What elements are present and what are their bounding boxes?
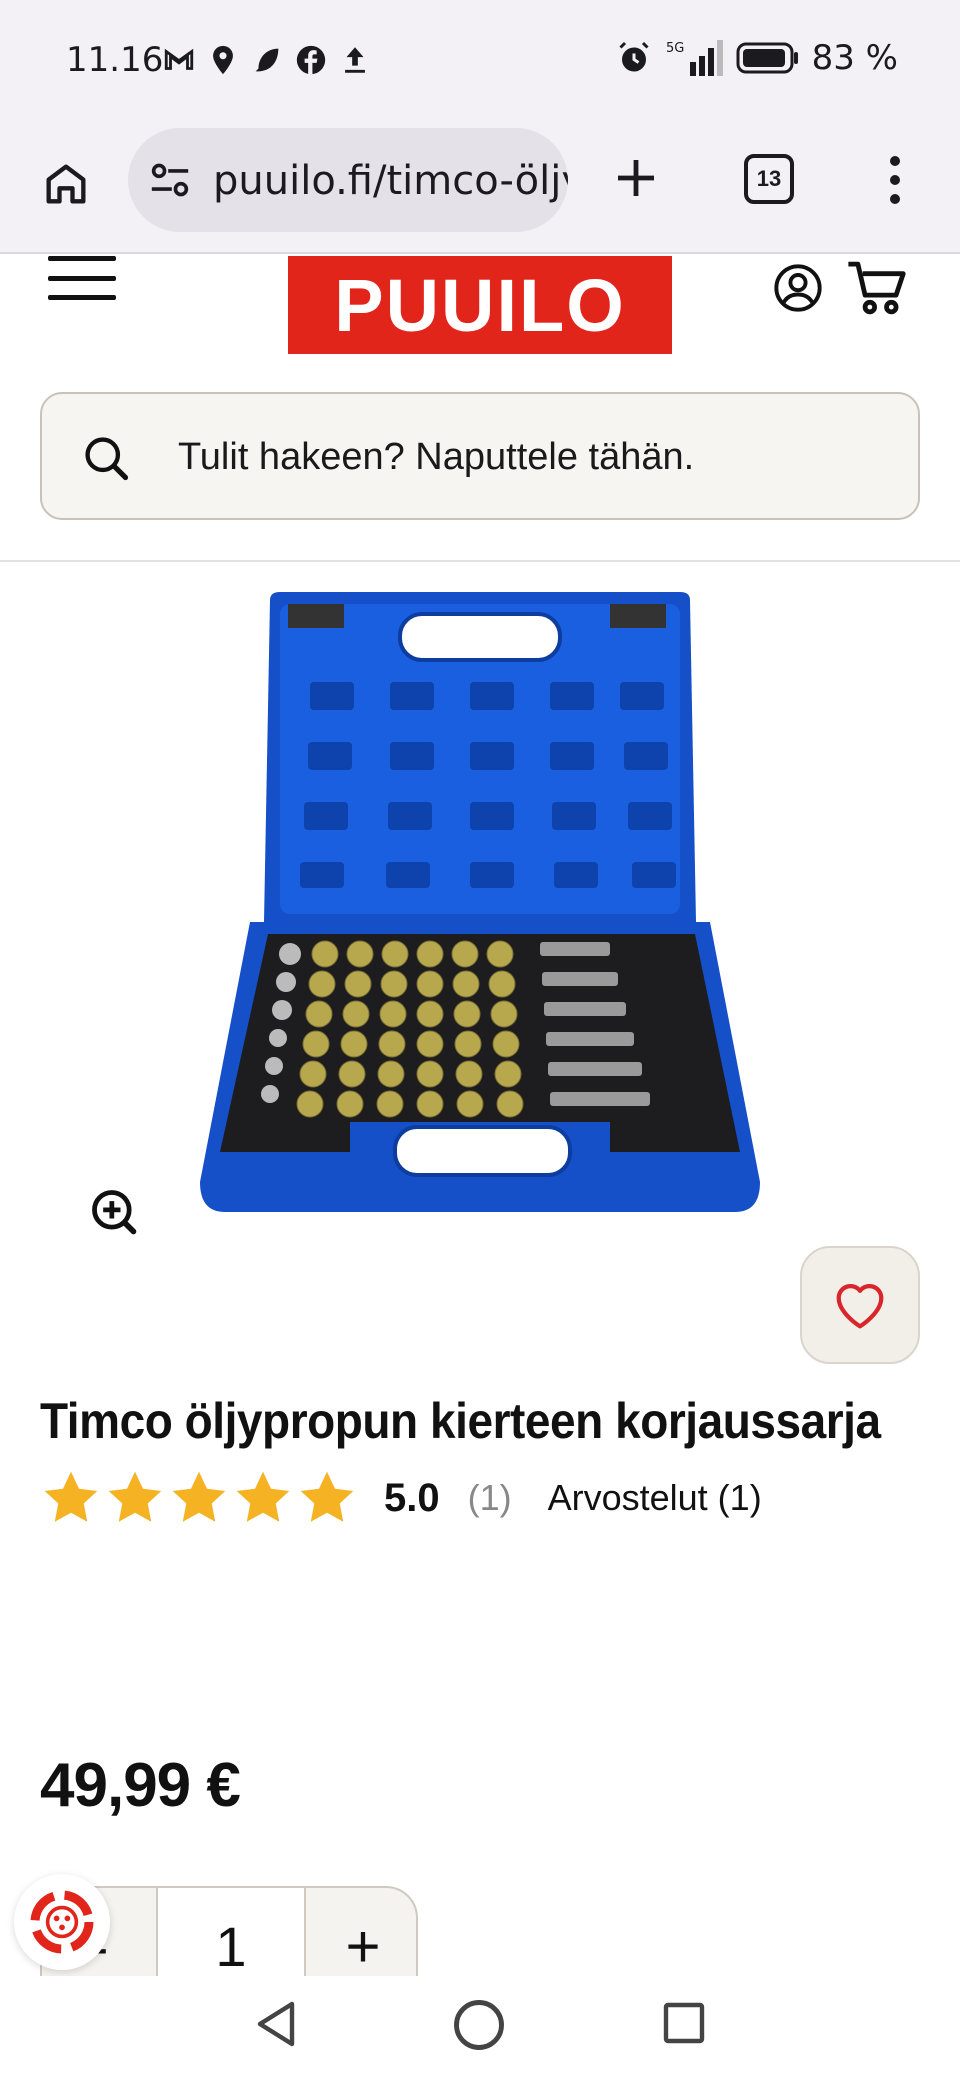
header-divider	[0, 560, 960, 562]
product-price: 49,99 €	[40, 1751, 241, 1820]
browser-toolbar: puuilo.fi/timco-öljypropun-kierteen-korj…	[0, 124, 960, 254]
rating-stars	[40, 1468, 358, 1528]
home-circle-icon[interactable]	[452, 1998, 506, 2052]
site-settings-icon[interactable]	[148, 160, 192, 200]
svg-text:5G: 5G	[666, 41, 684, 56]
battery-icon	[736, 42, 798, 74]
upload-icon	[345, 47, 365, 73]
alarm-icon	[619, 41, 649, 72]
status-time: 11.16	[66, 40, 164, 80]
reviews-link[interactable]: Arvostelut (1)	[548, 1477, 762, 1519]
rating-row[interactable]: 5.0 (1) Arvostelut (1)	[40, 1468, 762, 1528]
browser-menu-button[interactable]	[880, 150, 910, 210]
star-icon	[236, 1471, 290, 1522]
status-right: 5G 83 %	[616, 38, 898, 78]
rating-count: (1)	[467, 1477, 512, 1518]
logo-text: PUUILO	[334, 263, 626, 347]
system-navigation-bar	[0, 1976, 960, 2078]
feather-icon	[255, 48, 279, 72]
product-image[interactable]	[190, 582, 770, 1222]
gmail-icon	[164, 48, 194, 70]
rating-value: 5.0	[384, 1475, 440, 1520]
hamburger-menu-icon[interactable]	[48, 256, 116, 300]
chat-widget-button[interactable]	[14, 1874, 110, 1970]
tab-switcher-button[interactable]: 13	[744, 154, 794, 204]
star-icon	[300, 1471, 354, 1522]
notification-icons	[162, 40, 372, 80]
wishlist-button[interactable]	[800, 1246, 920, 1364]
heart-icon	[836, 1283, 884, 1329]
search-placeholder: Tulit hakeen? Naputtele tähän.	[178, 436, 695, 478]
home-icon	[46, 164, 86, 204]
new-tab-button[interactable]	[606, 148, 666, 208]
menu-dot	[890, 175, 900, 185]
signal-icon: 5G	[666, 40, 723, 76]
address-bar[interactable]: puuilo.fi/timco-öljypropun-kierteen-korj…	[128, 128, 568, 232]
url-text: puuilo.fi/timco-öljypropun-kierteen-korj…	[213, 158, 568, 204]
site-logo[interactable]: PUUILO	[288, 256, 672, 354]
menu-dot	[890, 156, 900, 166]
zoom-icon[interactable]	[88, 1186, 140, 1238]
search-input[interactable]: Tulit hakeen? Naputtele tähän.	[40, 392, 920, 520]
cart-icon[interactable]	[846, 258, 908, 318]
recents-icon[interactable]	[660, 1998, 708, 2048]
product-title: Timco öljypropun kierteen korjaussarja	[40, 1393, 881, 1449]
plus-icon	[618, 160, 654, 196]
browser-home-button[interactable]	[36, 152, 96, 216]
back-icon[interactable]	[252, 1998, 300, 2050]
search-icon	[85, 437, 129, 481]
star-icon	[172, 1471, 226, 1522]
maps-icon	[213, 45, 233, 75]
star-icon	[108, 1471, 162, 1522]
menu-dot	[890, 194, 900, 204]
account-icon[interactable]	[772, 262, 824, 314]
status-bar: 11.16 5G 83 %	[0, 0, 960, 124]
star-icon	[44, 1471, 98, 1522]
battery-percent: 83 %	[811, 38, 898, 78]
facebook-icon	[296, 45, 326, 75]
support-widget-icon	[30, 1890, 94, 1954]
